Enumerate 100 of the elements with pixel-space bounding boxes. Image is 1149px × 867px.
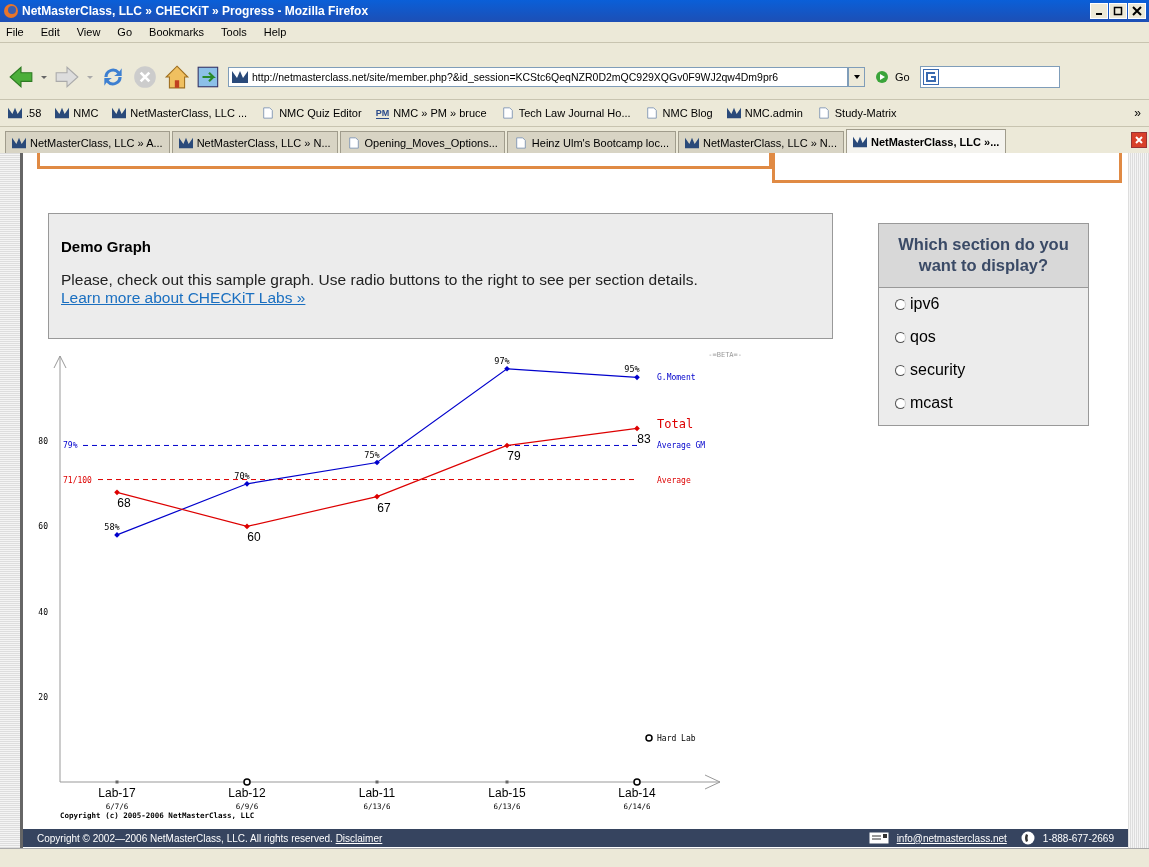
bookmark-label: NMC bbox=[73, 107, 99, 119]
page-icon bbox=[261, 107, 276, 119]
section-question: Which section do you want to display? bbox=[879, 224, 1088, 288]
globe-icon bbox=[3, 3, 19, 19]
search-field[interactable] bbox=[919, 66, 1060, 88]
more-bookmarks-button[interactable]: » bbox=[1134, 106, 1141, 120]
tab-label: NetMasterClass, LLC » N... bbox=[196, 136, 331, 149]
site-icon bbox=[8, 107, 22, 119]
legend-label: Hard Lab bbox=[657, 734, 696, 743]
bookmark-item[interactable]: NMC Blog bbox=[644, 107, 713, 119]
intro-text: Please, check out this sample graph. Use radio buttons to the right to see per section details. bbox=[61, 271, 699, 289]
minimize-button[interactable] bbox=[1090, 3, 1108, 19]
data-label: 60 bbox=[247, 530, 261, 545]
y-tick-label: 40 bbox=[38, 607, 48, 617]
data-label: 58% bbox=[104, 521, 120, 532]
x-tick-label: Lab-15 bbox=[488, 786, 526, 800]
page-icon bbox=[644, 107, 659, 119]
menu-item[interactable]: File bbox=[6, 26, 24, 38]
phone-number: 1-888-677-2669 bbox=[1042, 832, 1114, 844]
y-tick-label: 60 bbox=[38, 522, 48, 532]
x-tick-label: Lab-14 bbox=[618, 786, 656, 800]
hard-lab-legend-icon bbox=[645, 734, 653, 742]
menu-item[interactable]: View bbox=[76, 26, 101, 38]
site-icon bbox=[12, 136, 26, 149]
bookmark-item[interactable]: PM NMC » PM » bruce bbox=[375, 107, 487, 119]
tab-label: Opening_Moves_Options... bbox=[364, 136, 498, 149]
data-label: 75% bbox=[364, 449, 380, 460]
search-engine-icon bbox=[922, 69, 939, 85]
data-point bbox=[634, 374, 640, 381]
phone-icon bbox=[1020, 831, 1035, 845]
bookmark-label: NMC » PM » bruce bbox=[393, 107, 487, 119]
browser-tab[interactable]: NetMasterClass, LLC »... bbox=[845, 129, 1007, 153]
dropdown-icon[interactable] bbox=[40, 73, 48, 81]
play-icon bbox=[875, 70, 889, 84]
close-button[interactable] bbox=[1128, 3, 1146, 19]
browser-tab[interactable]: NetMasterClass, LLC » A... bbox=[5, 131, 170, 153]
disclaimer-link[interactable]: Disclaimer bbox=[335, 832, 383, 844]
page-icon bbox=[346, 136, 361, 149]
browser-tab[interactable]: NetMasterClass, LLC » N... bbox=[678, 131, 844, 153]
legend-label: Total bbox=[657, 417, 694, 432]
site-icon bbox=[55, 107, 70, 119]
data-point bbox=[374, 459, 380, 466]
radio-label[interactable]: security bbox=[910, 361, 966, 380]
data-point bbox=[634, 425, 640, 432]
email-link[interactable]: info@netmasterclass.net bbox=[896, 832, 1007, 844]
data-point bbox=[374, 493, 380, 500]
minimize-icon bbox=[1096, 13, 1102, 15]
average-value-label: 71/100 bbox=[63, 475, 92, 485]
browser-tab[interactable]: Heinz Ulm's Bootcamp loc... bbox=[506, 131, 677, 153]
data-label: 95% bbox=[624, 364, 640, 375]
radio-button[interactable] bbox=[895, 331, 906, 343]
close-tab-button[interactable] bbox=[1131, 132, 1147, 148]
bookmark-label: .58 bbox=[26, 107, 42, 119]
site-icon bbox=[112, 107, 127, 119]
mail-icon bbox=[868, 832, 889, 844]
caret-icon bbox=[852, 73, 861, 81]
menu-item[interactable]: Go bbox=[117, 26, 133, 38]
dropdown-button[interactable] bbox=[848, 67, 865, 87]
bookmark-item[interactable]: NMC bbox=[55, 107, 99, 119]
site-icon bbox=[852, 135, 867, 148]
site-icon bbox=[726, 107, 741, 119]
bookmark-item[interactable]: Study-Matrix bbox=[816, 107, 897, 119]
browser-tab[interactable]: Opening_Moves_Options... bbox=[339, 131, 505, 153]
menu-item[interactable]: Tools bbox=[221, 26, 247, 38]
data-point bbox=[504, 365, 510, 372]
browser-tab[interactable]: NetMasterClass, LLC » N... bbox=[171, 131, 338, 153]
maximize-button[interactable] bbox=[1109, 3, 1127, 19]
bookmark-item[interactable]: NMC.admin bbox=[726, 107, 803, 119]
back-icon[interactable] bbox=[8, 64, 34, 90]
site-icon bbox=[232, 71, 248, 83]
data-label: 83 bbox=[637, 432, 651, 447]
radio-button[interactable] bbox=[895, 364, 906, 376]
page-icon bbox=[513, 136, 528, 149]
bookmark-item[interactable]: NMC Quiz Editor bbox=[261, 107, 362, 119]
radio-label[interactable]: ipv6 bbox=[910, 295, 940, 314]
x-tick-label: Lab-17 bbox=[98, 786, 136, 800]
radio-label[interactable]: mcast bbox=[910, 394, 953, 413]
bookmark-item[interactable]: .58 bbox=[8, 107, 42, 119]
y-tick-label: 20 bbox=[38, 692, 48, 702]
go-button[interactable]: Go bbox=[871, 70, 914, 84]
menu-item[interactable]: Edit bbox=[40, 26, 60, 38]
window-title: NetMasterClass, LLC » CHECKiT » Progress - Mozilla Firefox bbox=[22, 4, 370, 18]
page-icon bbox=[816, 107, 831, 119]
menu-item[interactable]: Help bbox=[263, 26, 287, 38]
close-icon bbox=[1132, 6, 1142, 16]
radio-label[interactable]: qos bbox=[910, 328, 936, 347]
radio-button[interactable] bbox=[895, 397, 906, 409]
footer-copyright: Copyright © 2002—2006 NetMasterClass, LLC. All rights reserved. Disclaimer bbox=[37, 832, 383, 844]
average-value-label: 79% bbox=[63, 441, 78, 451]
home-icon[interactable] bbox=[164, 64, 190, 90]
bookmark-label: NMC.admin bbox=[744, 107, 803, 119]
page-icon bbox=[500, 107, 515, 119]
data-point bbox=[114, 489, 120, 496]
learn-more-link[interactable]: Learn more about CHECKiT Labs » bbox=[61, 289, 306, 306]
bookmark-label: NMC Quiz Editor bbox=[279, 107, 362, 119]
radio-button[interactable] bbox=[895, 298, 906, 310]
bookmark-label: Study-Matrix bbox=[834, 107, 897, 119]
menu-item[interactable]: Bookmarks bbox=[149, 26, 205, 38]
address-field[interactable]: http://netmasterclass.net/site/member.php?&id_session=KCStc6QeqNZR0D2mQC929XQGv0F9WJ2qw4Dm9pr6 bbox=[228, 67, 848, 87]
panel-title: Demo Graph bbox=[61, 238, 152, 255]
